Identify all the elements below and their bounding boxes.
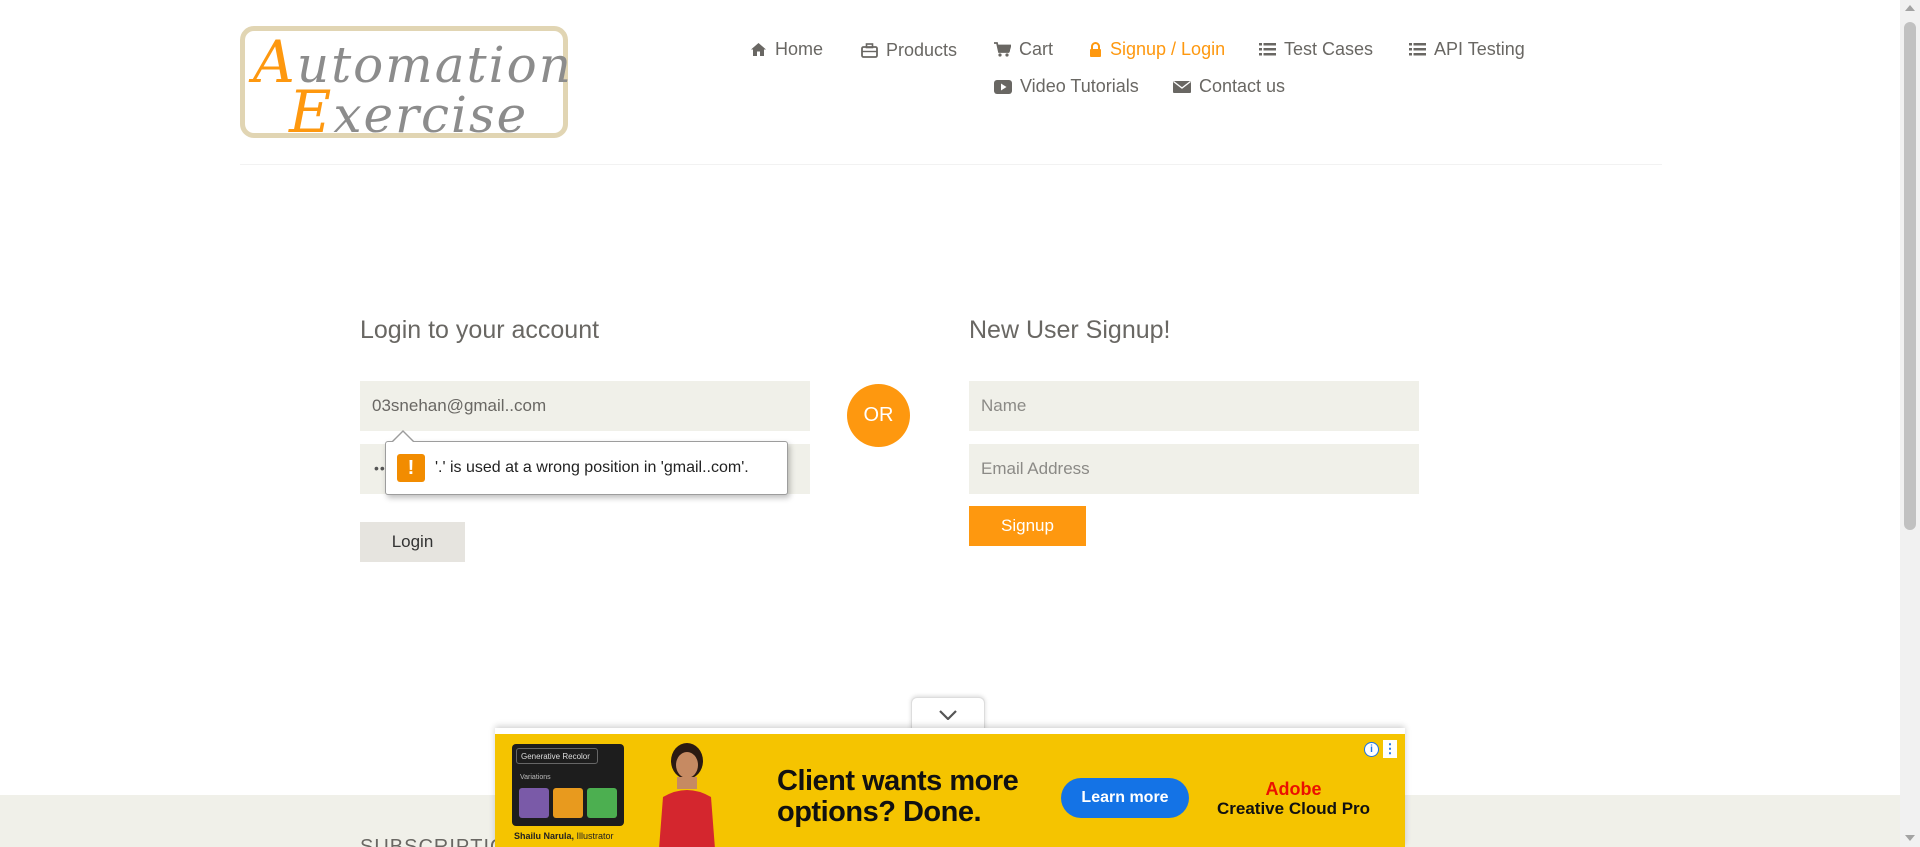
nav-api-testing-label: API Testing: [1434, 39, 1525, 59]
ad-learn-more-button[interactable]: Learn more: [1061, 778, 1189, 818]
list-icon: [1259, 43, 1276, 56]
nav-products[interactable]: Products: [861, 40, 957, 61]
nav-signup-login-label: Signup / Login: [1110, 39, 1226, 59]
advertisement-banner[interactable]: Generative Recolor Variations Shailu Nar…: [495, 728, 1405, 847]
vertical-dots-icon[interactable]: ⋮: [1383, 740, 1397, 758]
lock-icon: [1090, 42, 1101, 57]
nav-contact-us-label: Contact us: [1199, 76, 1286, 96]
ad-thumbnail: [587, 788, 617, 818]
youtube-play-icon: [994, 79, 1012, 94]
header-divider: [240, 164, 1662, 165]
nav-test-cases[interactable]: Test Cases: [1259, 39, 1373, 60]
ad-headline: Client wants more options? Done.: [777, 765, 1019, 828]
nav-video-tutorials-label: Video Tutorials: [1020, 76, 1139, 96]
logo-cap-e: E: [289, 78, 334, 146]
chevron-down-icon: [939, 709, 957, 720]
nav-test-cases-label: Test Cases: [1284, 39, 1374, 59]
warning-icon: !: [397, 454, 425, 482]
envelope-icon: [1173, 80, 1191, 93]
ad-panel-label: Variations: [520, 774, 551, 781]
validation-tooltip: ! '.' is used at a wrong position in 'gm…: [385, 441, 788, 495]
briefcase-icon: [861, 43, 878, 58]
nav-signup-login[interactable]: Signup / Login: [1089, 39, 1225, 60]
ad-caption-name: Shailu Narula,: [514, 831, 575, 841]
signup-title: New User Signup!: [969, 316, 1171, 344]
login-email-input[interactable]: 03snehan@gmail..com: [360, 381, 810, 431]
or-divider: OR: [847, 384, 910, 447]
logo-line-2: Exercise: [289, 83, 528, 141]
nav-products-label: Products: [886, 40, 958, 60]
nav-video-tutorials[interactable]: Video Tutorials: [994, 76, 1139, 97]
ad-panel-badge: Generative Recolor: [516, 748, 598, 764]
signup-button[interactable]: Signup: [969, 506, 1086, 546]
logo-text-exercise: xercise: [333, 86, 529, 144]
list-icon: [1409, 43, 1426, 56]
ad-brand: Adobe Creative Cloud Pro: [1217, 779, 1371, 819]
ad-thumbnail: [519, 788, 549, 818]
ad-brand-product: Creative Cloud Pro: [1217, 799, 1371, 818]
validation-message: '.' is used at a wrong position in 'gmai…: [435, 459, 749, 476]
page-scrollbar[interactable]: [1900, 0, 1920, 847]
nav-api-testing[interactable]: API Testing: [1409, 39, 1525, 60]
ad-headline-line-2: options? Done.: [777, 796, 982, 828]
ad-caption: Shailu Narula, Illustrator: [514, 831, 614, 841]
signup-name-input[interactable]: Name: [969, 381, 1419, 431]
scroll-down-arrow-icon[interactable]: [1905, 835, 1915, 841]
nav-home[interactable]: Home: [750, 39, 823, 60]
scroll-up-arrow-icon[interactable]: [1905, 5, 1915, 11]
scrollbar-thumb[interactable]: [1904, 22, 1916, 530]
ad-person-illustration: [659, 743, 715, 847]
ad-thumbnail: [553, 788, 583, 818]
site-logo[interactable]: Automation Exercise: [240, 26, 571, 141]
ad-collapse-button[interactable]: [911, 697, 985, 731]
ad-brand-name: Adobe: [1265, 779, 1322, 799]
shopping-cart-icon: [994, 42, 1011, 57]
home-icon: [751, 43, 766, 56]
login-title: Login to your account: [360, 316, 600, 344]
validation-tooltip-arrow-fill: [392, 432, 414, 443]
login-button[interactable]: Login: [360, 522, 465, 562]
nav-contact-us[interactable]: Contact us: [1173, 76, 1285, 97]
nav-cart-label: Cart: [1019, 39, 1054, 59]
nav-home-label: Home: [775, 39, 824, 59]
ad-product-panel: Generative Recolor Variations: [512, 744, 624, 826]
nav-cart[interactable]: Cart: [994, 39, 1053, 60]
info-icon[interactable]: i: [1364, 742, 1379, 757]
ad-headline-line-1: Client wants more: [777, 765, 1019, 797]
ad-caption-role: Illustrator: [576, 831, 614, 841]
signup-email-input[interactable]: Email Address: [969, 444, 1419, 494]
